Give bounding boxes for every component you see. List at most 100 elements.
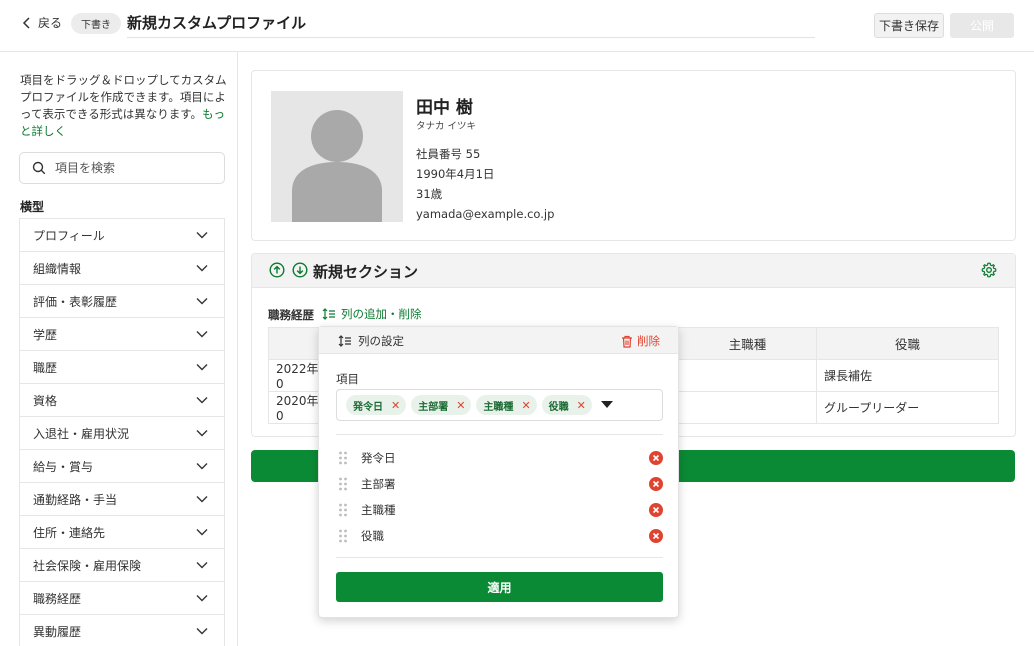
drag-handle-icon[interactable] [338, 503, 348, 517]
chevron-down-icon [196, 627, 208, 635]
selected-item-chip: 役職 ✕ [541, 395, 592, 415]
chip-remove-icon[interactable]: ✕ [391, 399, 400, 412]
remove-circle-icon[interactable] [649, 477, 663, 491]
category-item[interactable]: 組織情報 [20, 252, 224, 285]
category-label: 評価・表彰履歴 [33, 294, 118, 309]
field-label: 職務経歴 [268, 308, 314, 322]
category-label: 職歴 [33, 360, 58, 375]
category-item[interactable]: 社会保険・雇用保険 [20, 549, 224, 582]
drag-handle-icon[interactable] [338, 477, 348, 491]
selected-item-chip: 主部署 ✕ [411, 395, 472, 415]
category-item[interactable]: 異動履歴 [20, 615, 224, 646]
category-list: プロフィール組織情報評価・表彰履歴学歴職歴資格入退社・雇用状況給与・賞与通勤経路… [19, 218, 225, 646]
employee-number: 社員番号 55 [416, 147, 481, 161]
publish-button[interactable]: 公開 [950, 13, 1014, 38]
category-label: 資格 [33, 393, 58, 408]
chip-remove-icon[interactable]: ✕ [456, 399, 465, 412]
chevron-down-icon [196, 231, 208, 239]
table-header-cell: 役職 [816, 327, 999, 360]
selected-item-chip: 発令日 ✕ [346, 395, 407, 415]
drag-handle-icon[interactable] [338, 529, 348, 543]
draft-status-badge: 下書き [71, 13, 121, 34]
page-title-input[interactable]: 新規カスタムプロファイル [127, 12, 306, 33]
arrow-down-circle-icon[interactable] [292, 262, 308, 278]
table-header-cell [268, 327, 321, 360]
category-item[interactable]: 入退社・雇用状況 [20, 417, 224, 450]
employee-age: 31歳 [416, 187, 443, 201]
category-label: 給与・賞与 [33, 459, 94, 474]
title-underline [127, 37, 815, 38]
category-item[interactable]: 学歴 [20, 318, 224, 351]
category-item[interactable]: プロフィール [20, 219, 224, 252]
remove-circle-icon[interactable] [649, 529, 663, 543]
category-item[interactable]: 職務経歴 [20, 582, 224, 615]
help-text: 項目をドラッグ＆ドロップしてカスタムプロファイルを作成できます。項目によって表示… [20, 72, 228, 140]
drag-handle-icon[interactable] [338, 451, 348, 465]
remove-circle-icon[interactable] [649, 451, 663, 465]
apply-button[interactable]: 適用 [336, 572, 663, 602]
items-multiselect[interactable]: 発令日 ✕ 主部署 ✕ 主職種 ✕ 役職 ✕ [336, 389, 663, 421]
table-cell [678, 359, 817, 392]
category-label: 住所・連絡先 [33, 525, 106, 540]
gear-icon[interactable] [981, 262, 997, 278]
table-header-cell: 主職種 [678, 327, 817, 360]
chevron-down-icon [196, 396, 208, 404]
table-cell: 2022年0 [268, 359, 321, 392]
category-label: 社会保険・雇用保険 [33, 558, 142, 573]
category-label: 組織情報 [33, 261, 82, 276]
items-label: 項目 [336, 372, 359, 386]
section-title[interactable]: 新規セクション [313, 261, 418, 282]
save-draft-button[interactable]: 下書き保存 [874, 13, 944, 38]
chip-remove-icon[interactable]: ✕ [577, 399, 586, 412]
search-field[interactable] [19, 152, 225, 184]
back-button[interactable]: 戻る [22, 14, 62, 31]
category-item[interactable]: 通勤経路・手当 [20, 483, 224, 516]
delete-label: 削除 [637, 334, 660, 348]
column-label: 主職種 [361, 503, 396, 517]
chevron-down-icon [196, 264, 208, 272]
group-title: 横型 [20, 200, 45, 214]
delete-button[interactable]: 削除 [621, 333, 660, 349]
popover-header: 列の設定 削除 [319, 327, 678, 354]
chip-label: 役職 [548, 401, 569, 413]
column-list-icon [338, 335, 352, 347]
divider [336, 434, 663, 435]
category-item[interactable]: 職歴 [20, 351, 224, 384]
employee-name: 田中 樹 [416, 98, 473, 118]
column-row[interactable]: 発令日 [338, 447, 663, 469]
column-row[interactable]: 主部署 [338, 473, 663, 495]
chip-remove-icon[interactable]: ✕ [521, 399, 530, 412]
employee-kana: タナカ イツキ [416, 121, 477, 132]
employee-birthday: 1990年4月1日 [416, 167, 495, 181]
chip-label: 発令日 [353, 401, 383, 413]
trash-icon [621, 335, 633, 348]
back-label: 戻る [38, 16, 63, 30]
help-description: 項目をドラッグ＆ドロップしてカスタムプロファイルを作成できます。項目によって表示… [20, 73, 227, 121]
selected-item-chip: 主職種 ✕ [476, 395, 537, 415]
chevron-down-icon [196, 429, 208, 437]
chevron-down-icon [196, 495, 208, 503]
popover-title-label: 列の設定 [358, 334, 404, 348]
search-icon [32, 161, 46, 175]
category-item[interactable]: 住所・連絡先 [20, 516, 224, 549]
chevron-down-icon [196, 594, 208, 602]
dropdown-caret-icon[interactable] [600, 401, 613, 409]
chevron-down-icon [196, 561, 208, 569]
column-row[interactable]: 主職種 [338, 499, 663, 521]
employee-email: yamada@example.co.jp [416, 207, 555, 221]
search-input[interactable] [55, 161, 205, 175]
column-row[interactable]: 役職 [338, 525, 663, 547]
category-item[interactable]: 評価・表彰履歴 [20, 285, 224, 318]
category-item[interactable]: 資格 [20, 384, 224, 417]
category-label: 職務経歴 [33, 591, 82, 606]
section-header: 新規セクション [252, 254, 1015, 288]
chevron-down-icon [196, 297, 208, 305]
popover-title: 列の設定 [338, 333, 404, 349]
sidebar: 項目をドラッグ＆ドロップしてカスタムプロファイルを作成できます。項目によって表示… [0, 52, 238, 646]
arrow-up-circle-icon[interactable] [269, 262, 285, 278]
category-item[interactable]: 給与・賞与 [20, 450, 224, 483]
column-add-remove-label: 列の追加・削除 [341, 307, 422, 321]
column-add-remove-link[interactable]: 列の追加・削除 [322, 306, 422, 322]
column-label: 発令日 [361, 451, 396, 465]
remove-circle-icon[interactable] [649, 503, 663, 517]
